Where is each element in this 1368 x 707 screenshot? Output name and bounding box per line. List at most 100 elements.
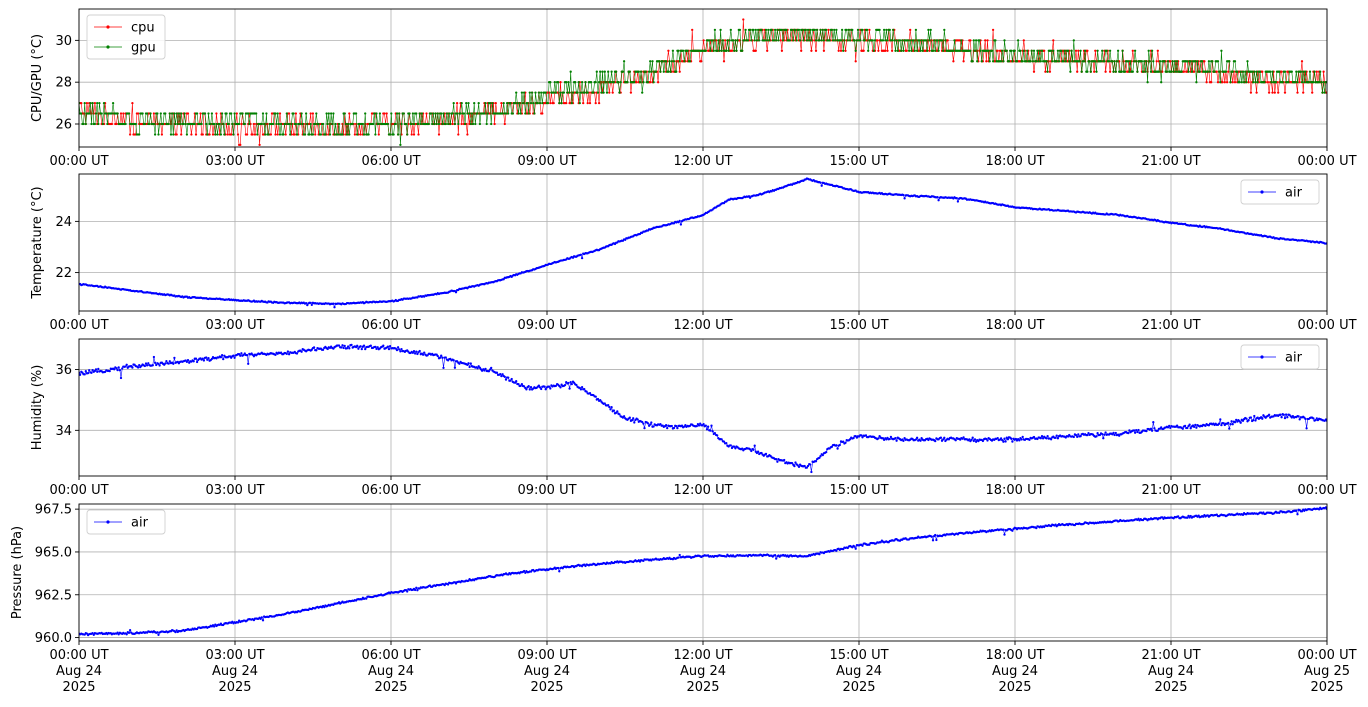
data-point (1127, 60, 1130, 63)
data-point (93, 101, 97, 105)
data-point (889, 435, 893, 439)
data-point (80, 101, 83, 105)
data-point (1030, 49, 1033, 52)
data-point (1026, 49, 1029, 52)
data-point (1163, 60, 1166, 63)
data-point (837, 49, 840, 52)
data-point (605, 91, 609, 94)
data-point (990, 49, 994, 52)
data-point (583, 388, 586, 391)
y-axis-label: Humidity (%) (30, 365, 45, 451)
data-point (1282, 413, 1285, 416)
data-point (274, 133, 277, 136)
data-point (182, 122, 185, 126)
data-point (859, 39, 862, 42)
data-point (893, 39, 896, 42)
data-point (936, 39, 939, 42)
data-point (666, 426, 669, 430)
data-point (256, 133, 259, 136)
data-point (231, 122, 234, 126)
data-point (610, 405, 613, 409)
data-point (455, 101, 459, 105)
data-point (712, 49, 715, 52)
data-point (906, 39, 910, 42)
data-point (580, 81, 584, 84)
data-point (1052, 39, 1055, 42)
data-point (239, 354, 242, 357)
data-point (978, 39, 981, 42)
y-axis-label: CPU/GPU (°C) (30, 34, 45, 122)
data-point (406, 133, 409, 136)
data-point (969, 49, 972, 52)
data-point (909, 28, 912, 32)
data-point (503, 375, 506, 379)
data-point (1102, 437, 1105, 440)
data-point (1010, 49, 1013, 52)
data-point (190, 133, 193, 136)
data-point (1190, 70, 1194, 73)
data-point (885, 28, 888, 32)
data-point (82, 122, 85, 126)
data-point (907, 49, 911, 52)
data-point (106, 122, 109, 126)
data-point (794, 28, 797, 32)
data-point (444, 122, 447, 126)
data-point (243, 122, 246, 126)
data-point (580, 385, 584, 389)
data-point (652, 81, 655, 84)
data-point (94, 368, 98, 371)
data-point (1032, 49, 1036, 52)
data-point (898, 39, 902, 42)
data-point (1003, 39, 1006, 42)
x-tick-label: 09:00 UT (517, 318, 576, 333)
data-point (1132, 60, 1136, 63)
data-point (308, 133, 311, 136)
data-point (582, 101, 585, 105)
data-point (804, 28, 807, 32)
data-point (1247, 419, 1250, 422)
data-point (241, 112, 244, 115)
data-point (643, 426, 646, 430)
data-point (1168, 424, 1171, 428)
data-point (683, 60, 686, 63)
data-point (580, 256, 584, 260)
data-point (1121, 49, 1124, 52)
data-point (952, 49, 955, 52)
data-point (453, 366, 457, 369)
data-point (1255, 91, 1258, 94)
data-point (974, 39, 978, 42)
data-point (1287, 81, 1290, 84)
data-point (1180, 70, 1183, 73)
data-point (649, 423, 652, 426)
data-point (632, 417, 635, 420)
data-point (871, 39, 874, 42)
data-point (399, 143, 402, 147)
data-point (1052, 49, 1055, 52)
data-point (331, 122, 334, 126)
data-point (500, 101, 503, 105)
data-point (528, 388, 531, 391)
data-point (260, 122, 263, 126)
data-point (1227, 70, 1230, 73)
data-point (395, 112, 399, 115)
data-point (110, 122, 114, 126)
data-point (905, 49, 908, 52)
data-point (617, 81, 620, 84)
data-point (1004, 440, 1007, 443)
data-point (451, 122, 454, 126)
data-point (340, 346, 343, 349)
data-point (1108, 49, 1112, 52)
data-point (1322, 70, 1325, 73)
data-point (633, 81, 636, 84)
data-point (1029, 60, 1032, 63)
data-point (584, 81, 587, 84)
data-point (195, 360, 199, 364)
data-point (764, 28, 768, 32)
data-point (148, 122, 151, 126)
data-point (1304, 417, 1307, 421)
data-point (895, 439, 898, 442)
data-point (441, 122, 444, 126)
data-point (566, 91, 569, 94)
data-point (1195, 426, 1198, 429)
data-point (343, 344, 346, 348)
